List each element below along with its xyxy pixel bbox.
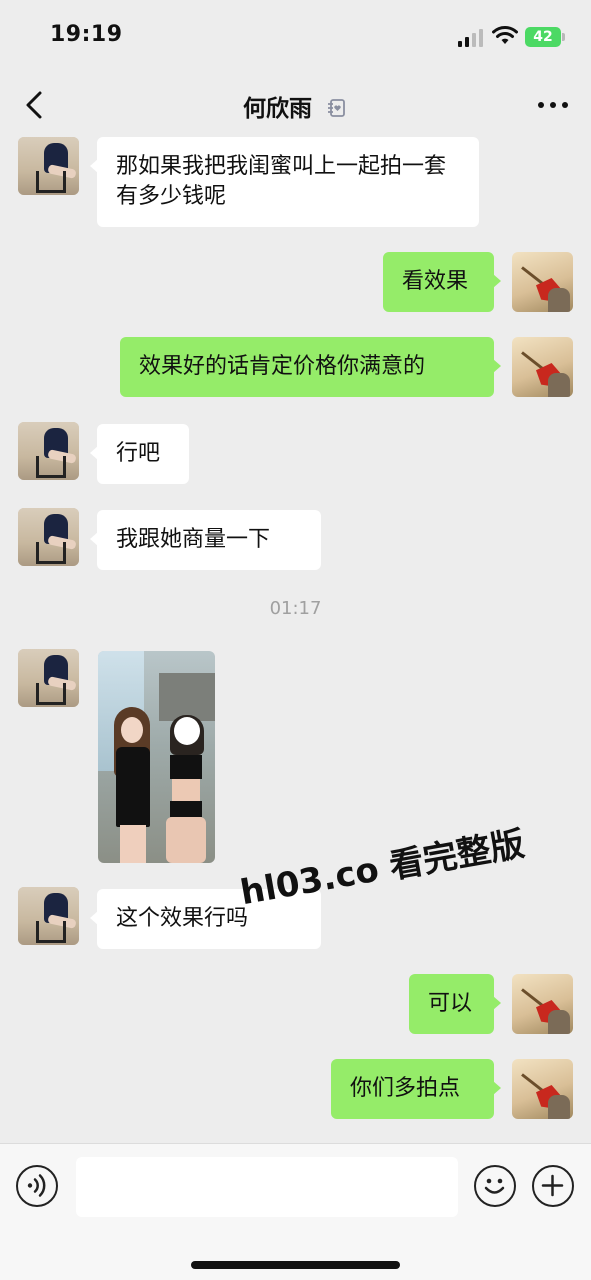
more-dots-icon[interactable]: [536, 98, 570, 112]
input-bar: [0, 1143, 591, 1280]
message-text: 效果好的话肯定价格你满意的: [139, 354, 426, 379]
voice-icon[interactable]: [16, 1165, 58, 1207]
message-bubble-outgoing[interactable]: 效果好的话肯定价格你满意的: [120, 337, 501, 397]
contact-avatar[interactable]: [18, 508, 79, 566]
contact-avatar[interactable]: [18, 887, 79, 945]
message-bubble-incoming[interactable]: 那如果我把我闺蜜叫上一起拍一套有多少钱呢: [90, 137, 479, 227]
message-bubble-outgoing[interactable]: 你们多拍点: [331, 1059, 501, 1119]
chat-title[interactable]: 何欣雨: [243, 96, 312, 122]
contact-avatar[interactable]: [18, 422, 79, 480]
image-message[interactable]: [98, 651, 215, 863]
wifi-icon: [492, 26, 518, 44]
message-text: 那如果我把我闺蜜叫上一起拍一套有多少钱呢: [116, 154, 447, 209]
battery-indicator: 42: [525, 27, 565, 47]
signal-icon: [458, 29, 484, 47]
message-bubble-incoming[interactable]: 我跟她商量一下: [90, 510, 321, 570]
message-bubble-incoming[interactable]: 行吧: [90, 424, 189, 484]
status-bar: 19:19 42: [0, 0, 591, 74]
message-input[interactable]: [76, 1157, 458, 1217]
message-text: 可以: [428, 991, 473, 1016]
chat-header: 何欣雨: [0, 74, 591, 136]
message-bubble-outgoing[interactable]: 可以: [409, 974, 501, 1034]
my-avatar[interactable]: [512, 252, 573, 312]
message-text: 你们多拍点: [350, 1076, 461, 1101]
contact-avatar[interactable]: [18, 137, 79, 195]
message-text: 行吧: [116, 441, 161, 466]
message-bubble-outgoing[interactable]: 看效果: [383, 252, 501, 312]
my-avatar[interactable]: [512, 974, 573, 1034]
plus-icon[interactable]: [532, 1165, 574, 1207]
message-text: 我跟她商量一下: [116, 527, 271, 552]
watermark-text: hl03.co 看完整版: [237, 823, 528, 914]
my-avatar[interactable]: [512, 337, 573, 397]
home-indicator: [191, 1261, 400, 1269]
message-text: 这个效果行吗: [116, 906, 249, 931]
contact-avatar[interactable]: [18, 649, 79, 707]
contact-tag-icon: [328, 99, 345, 117]
message-text: 看效果: [402, 269, 469, 294]
chat-timestamp: 01:17: [269, 598, 322, 619]
my-avatar[interactable]: [512, 1059, 573, 1119]
chat-title-wrap: 何欣雨: [0, 89, 591, 123]
emoji-icon[interactable]: [474, 1165, 516, 1207]
status-time: 19:19: [50, 22, 123, 47]
